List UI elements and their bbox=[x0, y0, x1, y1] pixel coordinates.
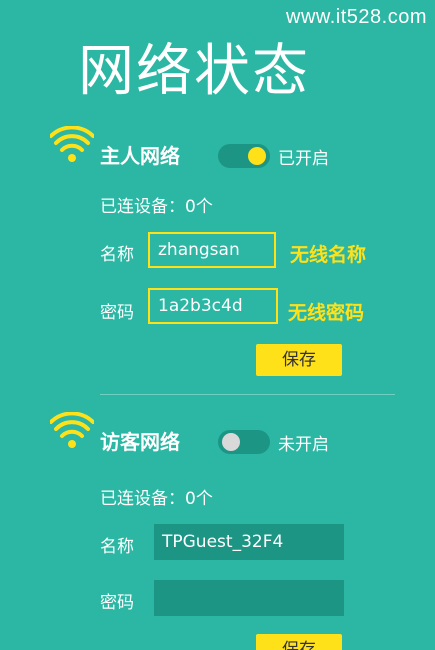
wifi-icon bbox=[50, 126, 94, 162]
main-network-toggle-label: 已开启 bbox=[278, 149, 329, 169]
main-network-devices: 已连设备：0个 bbox=[100, 197, 213, 217]
main-password-input[interactable]: 1a2b3c4d bbox=[148, 288, 278, 324]
guest-name-input[interactable]: TPGuest_32F4 bbox=[154, 524, 344, 560]
toggle-knob bbox=[248, 147, 266, 165]
main-name-annotation: 无线名称 bbox=[290, 244, 367, 266]
main-password-label: 密码 bbox=[100, 303, 134, 323]
section-divider bbox=[100, 394, 395, 395]
main-name-label: 名称 bbox=[100, 245, 134, 265]
guest-password-label: 密码 bbox=[100, 593, 134, 613]
main-name-input[interactable]: zhangsan bbox=[148, 232, 276, 268]
main-network-title: 主人网络 bbox=[100, 144, 180, 168]
page-title: 网络状态 bbox=[78, 39, 310, 104]
main-password-annotation: 无线密码 bbox=[288, 302, 365, 324]
main-network-toggle[interactable] bbox=[218, 144, 270, 168]
guest-password-input[interactable] bbox=[154, 580, 344, 616]
guest-save-button[interactable]: 保存 bbox=[256, 634, 342, 650]
guest-network-toggle[interactable] bbox=[218, 430, 270, 454]
toggle-knob bbox=[222, 433, 240, 451]
main-save-button[interactable]: 保存 bbox=[256, 344, 342, 376]
guest-network-toggle-label: 未开启 bbox=[278, 435, 329, 455]
guest-network-title: 访客网络 bbox=[100, 430, 180, 454]
guest-name-label: 名称 bbox=[100, 537, 134, 557]
wifi-icon bbox=[50, 412, 94, 448]
guest-network-devices: 已连设备：0个 bbox=[100, 489, 213, 509]
